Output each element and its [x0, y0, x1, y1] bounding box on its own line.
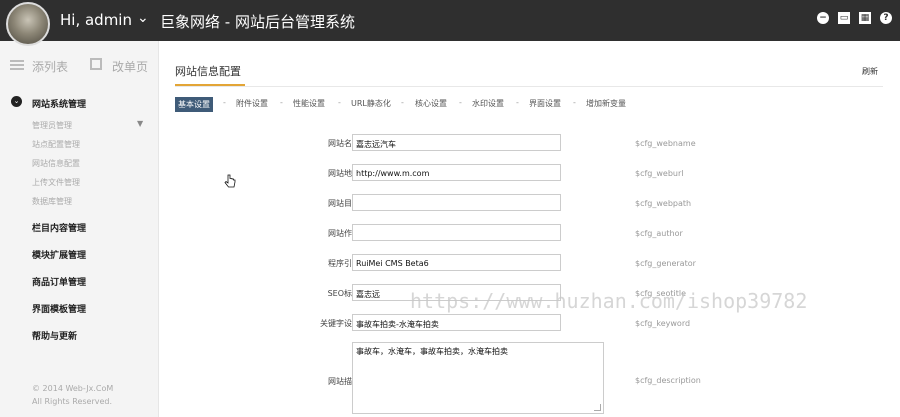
grid-icon[interactable]: ▦ [859, 12, 871, 24]
monitor-icon[interactable]: ▭ [838, 12, 850, 24]
tab-separator: - [280, 98, 283, 107]
description-text: 事故车，水淹车，事故车拍卖，水淹车拍卖 [356, 347, 508, 356]
author-input[interactable] [352, 224, 561, 241]
sidebar-item-site-info[interactable]: 网站信息配置 [32, 158, 80, 169]
sidebar-item-site-config[interactable]: 站点配置管理 [32, 139, 80, 150]
form-row-generator: 程序引擎： RuiMei CMS Beta6 $cfg_generator [158, 254, 900, 272]
webname-input[interactable]: 嘉志远汽车 [352, 134, 561, 151]
tab-separator: - [223, 98, 226, 107]
menu-group-system-label[interactable]: 网站系统管理 [32, 97, 86, 110]
copyright-line: All Rights Reserved. [32, 397, 113, 406]
variable-name: $cfg_keyword [635, 319, 691, 328]
copyright-line: © 2014 Web-Jx.CoM [32, 384, 114, 393]
menu-group-help[interactable]: 帮助与更新 [32, 329, 77, 342]
hand-cursor-icon [224, 174, 236, 188]
tab-add-variable[interactable]: 增加新变量 [586, 98, 626, 109]
top-bar: Hi, admin ⌄ 巨象网络 - 网站后台管理系统 − ▭ ▦ ? [0, 0, 900, 46]
chevron-down-icon[interactable]: ⌄ [137, 10, 149, 26]
menu-group-templates[interactable]: 界面模板管理 [32, 302, 86, 315]
sidebar-item-admin[interactable]: 管理员管理 [32, 120, 72, 131]
sidebar: 添列表 改单页 ⌄ 网站系统管理 管理员管理 ▼ 站点配置管理 网站信息配置 上… [0, 41, 159, 417]
variable-name: $cfg_author [635, 229, 683, 238]
chevron-down-icon[interactable]: ▼ [137, 119, 143, 128]
form-row-author: 网站作者： $cfg_author [158, 224, 900, 242]
system-title: 巨象网络 - 网站后台管理系统 [160, 13, 355, 31]
form-row-keyword: 关键字设置： 事故车拍卖-水淹车拍卖 $cfg_keyword [158, 314, 900, 332]
watermark: https://www.huzhan.com/ishop39782 [410, 289, 808, 313]
variable-name: $cfg_webname [635, 139, 696, 148]
page-edit-icon[interactable] [90, 58, 102, 70]
keyword-input[interactable]: 事故车拍卖-水淹车拍卖 [352, 314, 561, 331]
chevron-down-icon[interactable]: ⌄ [11, 96, 22, 107]
tab-separator: - [516, 98, 519, 107]
avatar[interactable] [6, 2, 50, 46]
menu-group-content[interactable]: 栏目内容管理 [32, 221, 86, 234]
tab-core[interactable]: 核心设置 [415, 98, 447, 109]
variable-name: $cfg_weburl [635, 169, 684, 178]
variable-name: $cfg_webpath [635, 199, 692, 208]
tab-url-static[interactable]: URL静态化 [351, 98, 391, 109]
tab-separator: - [338, 98, 341, 107]
sidebar-shortcuts: 添列表 改单页 [0, 58, 158, 78]
help-icon[interactable]: ? [880, 12, 892, 24]
weburl-input[interactable]: http://www.m.com [352, 164, 561, 181]
menu-group-modules[interactable]: 模块扩展管理 [32, 248, 86, 261]
resize-handle[interactable] [594, 404, 601, 411]
user-greeting[interactable]: Hi, admin [60, 11, 132, 29]
list-icon[interactable] [10, 58, 24, 72]
sidebar-item-uploads[interactable]: 上传文件管理 [32, 177, 80, 188]
refresh-button[interactable]: 刷新 [862, 66, 878, 77]
form-row-webpath: 网站目录： $cfg_webpath [158, 194, 900, 212]
minus-circle-icon[interactable]: − [817, 12, 829, 24]
tab-basic[interactable]: 基本设置 [175, 97, 213, 112]
webpath-input[interactable] [352, 194, 561, 211]
edit-page-shortcut[interactable]: 改单页 [112, 58, 148, 75]
form-row-description: 网站描述： 事故车，水淹车，事故车拍卖，水淹车拍卖 $cfg_descripti… [158, 342, 900, 414]
tab-watermark[interactable]: 水印设置 [472, 98, 504, 109]
tab-interface[interactable]: 界面设置 [529, 98, 561, 109]
menu-group-orders[interactable]: 商品订单管理 [32, 275, 86, 288]
page-title: 网站信息配置 [175, 65, 241, 78]
top-icon-group: − ▭ ▦ ? [817, 12, 892, 24]
form-row-webname: 网站名称： 嘉志远汽车 $cfg_webname [158, 134, 900, 152]
variable-name: $cfg_generator [635, 259, 696, 268]
main-content: 网站信息配置 刷新 基本设置 - 附件设置 - 性能设置 - URL静态化 - … [158, 41, 900, 417]
variable-name: $cfg_description [635, 376, 701, 385]
copyright: © 2014 Web-Jx.CoM All Rights Reserved. [32, 382, 113, 408]
tab-separator: - [573, 98, 576, 107]
form-row-weburl: 网站地址： http://www.m.com $cfg_weburl [158, 164, 900, 182]
tab-separator: - [459, 98, 462, 107]
sidebar-item-database[interactable]: 数据库管理 [32, 196, 72, 207]
tab-separator: - [401, 98, 404, 107]
divider [175, 86, 883, 87]
tab-attachments[interactable]: 附件设置 [236, 98, 268, 109]
list-shortcut[interactable]: 添列表 [32, 58, 68, 75]
tab-performance[interactable]: 性能设置 [293, 98, 325, 109]
description-textarea[interactable]: 事故车，水淹车，事故车拍卖，水淹车拍卖 [352, 342, 604, 414]
generator-input[interactable]: RuiMei CMS Beta6 [352, 254, 561, 271]
